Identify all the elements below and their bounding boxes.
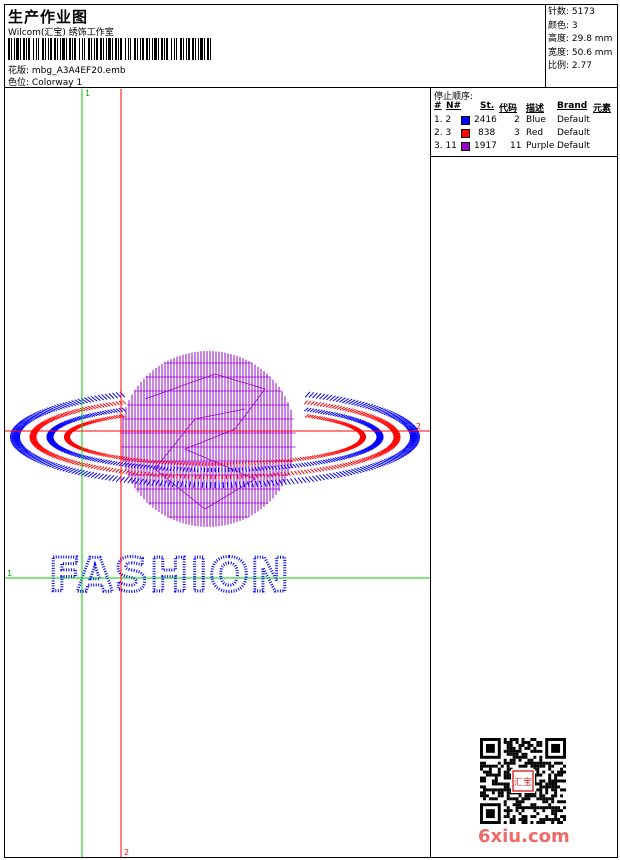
- spec-height: 高度: 29.8 mm: [548, 34, 613, 44]
- col-desc: 描述: [526, 104, 545, 114]
- col-element: 元素: [593, 104, 612, 114]
- colorway-label: 色位:: [8, 78, 32, 88]
- col-code: 代码: [499, 104, 518, 114]
- col-num: #: [434, 101, 442, 111]
- planet-ring: [10, 391, 420, 489]
- colorway-name: Colorway 1: [31, 78, 83, 88]
- qr-code: 汇宝: [480, 738, 566, 824]
- barcode: [8, 38, 211, 60]
- company-name: Wilcom(汇宝) 绣饰工作室: [8, 28, 114, 38]
- planet-sphere: [120, 351, 296, 527]
- header-left: 生产作业图 Wilcom(汇宝) 绣饰工作室 花版: mbg_A3A4EF20.…: [5, 5, 546, 88]
- guide-label-h-red: 2: [416, 422, 421, 431]
- stop-sequence-panel: 停止顺序: # N# St. 代码 描述 Brand 元素 1. 2 2416 …: [430, 88, 618, 157]
- guide-label-h-green: 1: [7, 569, 12, 578]
- guide-label-v-red: 2: [124, 848, 129, 857]
- col-n: N#: [446, 101, 462, 111]
- spec-stitches: 针数: 5173: [548, 7, 595, 17]
- spec-width: 宽度: 50.6 mm: [548, 47, 613, 58]
- embroidery-design: FASHION 1 1 2 2: [5, 89, 430, 857]
- header: 生产作业图 Wilcom(汇宝) 绣饰工作室 花版: mbg_A3A4EF20.…: [4, 4, 618, 88]
- qr-stamp: 汇宝: [514, 776, 532, 788]
- page-title: 生产作业图: [8, 8, 89, 26]
- spec-scale: 比例: 2.77: [548, 61, 592, 71]
- color-swatch: [461, 142, 470, 151]
- fashion-text: FASHION: [49, 548, 291, 602]
- col-st: St.: [480, 101, 495, 111]
- panel-divider: [430, 157, 431, 858]
- col-brand: Brand: [557, 101, 588, 111]
- spec-list: 针数: 5173 颜色: 3 高度: 29.8 mm 宽度: 50.6 mm 比…: [548, 6, 612, 74]
- watermark: 6xiu.com: [478, 826, 570, 847]
- guide-label-v-green: 1: [85, 89, 90, 98]
- color-swatch: [461, 116, 470, 125]
- color-swatch: [461, 129, 470, 138]
- spec-colors: 颜色: 3: [548, 20, 578, 31]
- colorway-row: 色位: Colorway 1: [8, 75, 82, 88]
